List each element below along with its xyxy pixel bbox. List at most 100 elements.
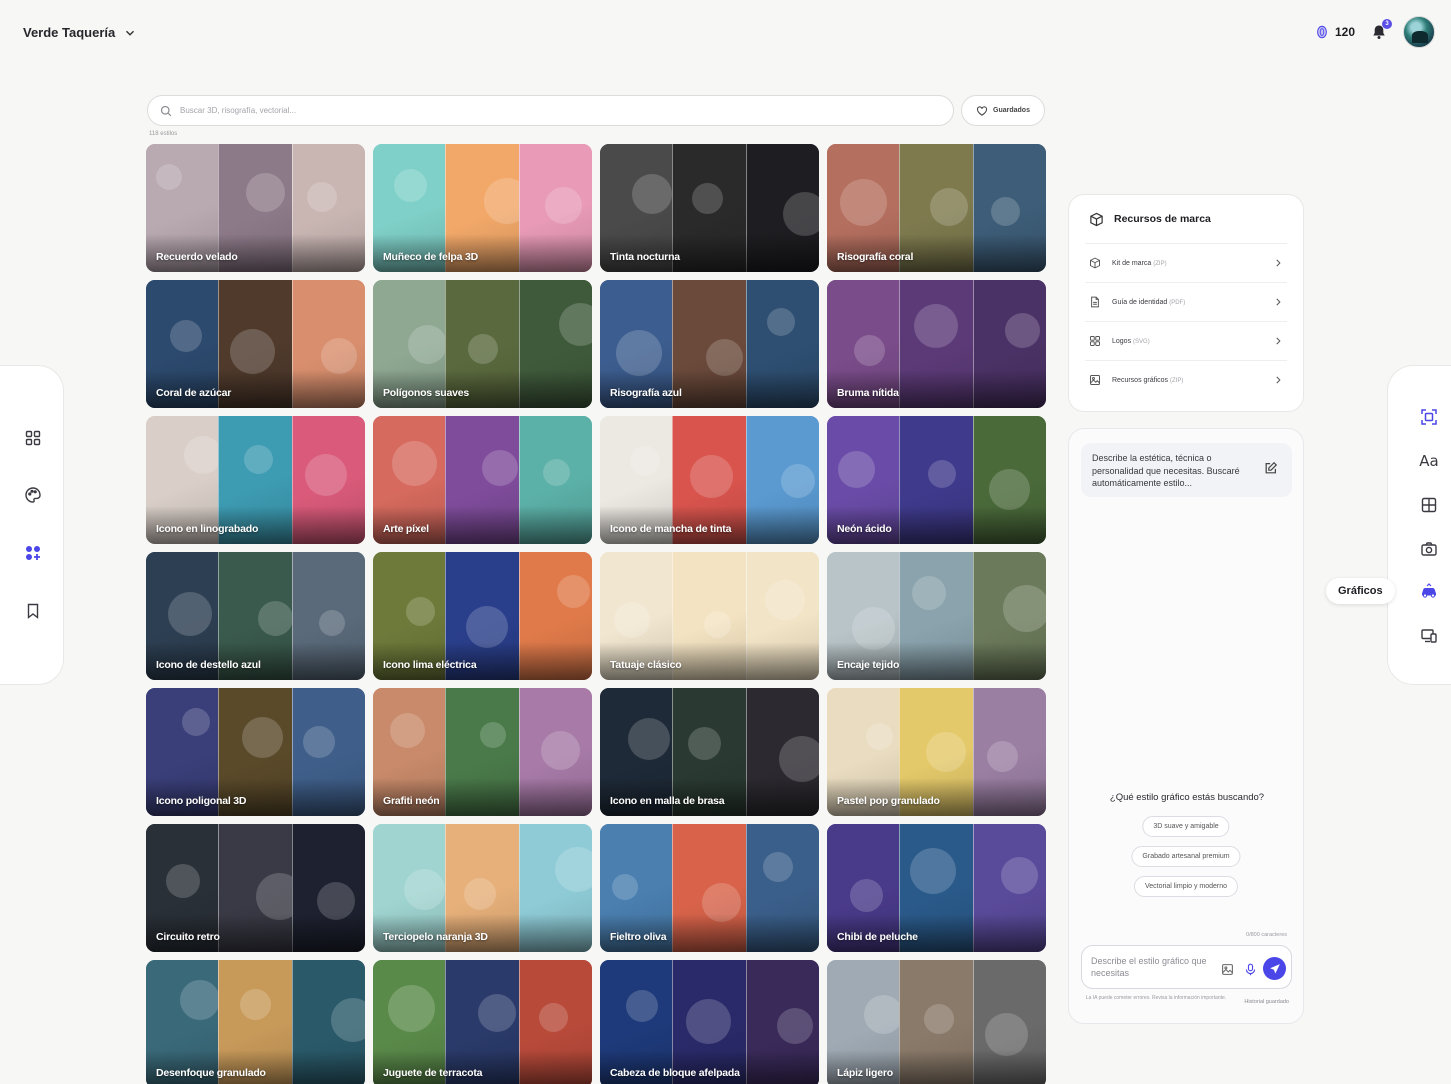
preview-shape (990, 197, 1020, 226)
send-button[interactable] (1263, 957, 1286, 980)
notifications-button[interactable]: 3 (1369, 19, 1392, 42)
devices-tool-button[interactable] (1418, 625, 1440, 647)
style-card[interactable]: Encaje tejido (827, 552, 1046, 680)
grid-icon (1090, 336, 1100, 346)
text-tool-label: Aa (1419, 452, 1439, 470)
search-input[interactable] (180, 106, 880, 115)
bookmarks-button[interactable] (23, 601, 43, 621)
frame-tool-button[interactable] (1418, 406, 1440, 428)
palette-button[interactable] (23, 485, 43, 505)
style-card-title: Pastel pop granulado (837, 795, 940, 807)
preview-shape (182, 708, 210, 736)
style-card[interactable]: Tinta nocturna (600, 144, 819, 272)
dashboard-button[interactable] (23, 428, 43, 448)
style-card[interactable]: Chibi de peluche (827, 824, 1046, 952)
style-card[interactable]: Icono en malla de brasa (600, 688, 819, 816)
style-card[interactable]: Tatuaje clásico (600, 552, 819, 680)
styles-button[interactable] (23, 543, 43, 563)
preview-shape (556, 575, 590, 608)
style-card[interactable]: Cabeza de bloque afelpada (600, 960, 819, 1084)
style-card[interactable]: Juguete de terracota (373, 960, 592, 1084)
style-card[interactable]: Risografía azul (600, 280, 819, 408)
style-card[interactable]: Risografía coral (827, 144, 1046, 272)
preview-shape (912, 576, 947, 610)
right-toolbar: Aa (1387, 365, 1451, 685)
text-tool-button[interactable]: Aa (1418, 450, 1440, 472)
style-card[interactable]: Terciopelo naranja 3D (373, 824, 592, 952)
preview-shape (156, 164, 182, 190)
style-card[interactable]: Polígonos suaves (373, 280, 592, 408)
style-card[interactable]: Arte píxel (373, 416, 592, 544)
style-card[interactable]: Fieltro oliva (600, 824, 819, 952)
preview-shape (986, 741, 1018, 772)
results-count: 118 estilos (149, 131, 178, 137)
style-card[interactable]: Icono de destello azul (146, 552, 365, 680)
preview-shape (704, 611, 732, 638)
assistant-question: ¿Qué estilo gráfico estás buscando? (1109, 792, 1265, 803)
preview-shape (408, 325, 447, 364)
style-card[interactable]: Icono en linograbado (146, 416, 365, 544)
style-card[interactable]: Muñeco de felpa 3D (373, 144, 592, 272)
graphics-tool-button[interactable] (1418, 580, 1440, 602)
edit-icon[interactable] (1264, 461, 1278, 475)
preview-shape (392, 441, 437, 486)
style-card[interactable]: Recuerdo velado (146, 144, 365, 272)
preview-shape (690, 455, 734, 498)
preview-shape (482, 450, 519, 486)
search-bar[interactable] (147, 95, 954, 126)
preview-shape (614, 602, 650, 638)
resource-format: (SVG) (1133, 338, 1150, 345)
preview-shape (330, 998, 365, 1042)
suggestion-chip[interactable]: Grabado artesanal premium (1131, 846, 1241, 867)
resource-row-identity-guide[interactable]: Guía de identidad (PDF) (1085, 282, 1287, 321)
graphics-tooltip: Gráficos (1326, 578, 1395, 604)
style-card[interactable]: Icono poligonal 3D (146, 688, 365, 816)
photo-tool-button[interactable] (1418, 538, 1440, 560)
style-card[interactable]: Circuito retro (146, 824, 365, 952)
attach-image-icon[interactable] (1221, 963, 1234, 976)
camera-icon (1421, 542, 1437, 556)
style-card[interactable]: Bruma nítida (827, 280, 1046, 408)
style-card-title: Icono lima eléctrica (383, 659, 477, 671)
style-card[interactable]: Icono de mancha de tinta (600, 416, 819, 544)
style-card[interactable]: Coral de azúcar (146, 280, 365, 408)
chevron-down-icon (126, 30, 135, 36)
resource-row-graphic-assets[interactable]: Recursos gráficos (ZIP) (1085, 360, 1287, 399)
header-actions: 120 3 (1315, 16, 1435, 48)
resource-row-logos[interactable]: Logos (SVG) (1085, 321, 1287, 360)
resource-row-brand-kit[interactable]: Kit de marca (ZIP) (1085, 243, 1287, 282)
preview-shape (544, 187, 582, 224)
saved-button[interactable]: Guardados (961, 95, 1045, 126)
layout-tool-button[interactable] (1418, 494, 1440, 516)
scan-frame-icon (1421, 409, 1437, 425)
style-card-title: Lápiz ligero (837, 1067, 893, 1079)
chat-input[interactable] (1091, 955, 1211, 983)
preview-shape (864, 995, 903, 1034)
style-card[interactable]: Grafiti neón (373, 688, 592, 816)
style-card[interactable]: Lápiz ligero (827, 960, 1046, 1084)
style-card-title: Encaje tejido (837, 659, 900, 671)
style-card[interactable]: Pastel pop granulado (827, 688, 1046, 816)
preview-shape (1004, 313, 1040, 348)
preview-shape (242, 717, 284, 758)
suggestion-chip[interactable]: 3D suave y amigable (1142, 816, 1230, 837)
credits-indicator[interactable]: 120 (1315, 25, 1355, 39)
style-grid: Recuerdo velado Muñeco de felpa 3D Tinta n… (146, 144, 1046, 1084)
style-card[interactable]: Neón ácido (827, 416, 1046, 544)
image-icon (1090, 375, 1100, 385)
avatar[interactable] (1403, 16, 1435, 48)
microphone-icon[interactable] (1244, 963, 1257, 976)
workspace-switcher[interactable]: Verde Taquería (23, 25, 137, 40)
history-link[interactable]: Historial guardado (1244, 999, 1289, 1005)
style-card-title: Fieltro oliva (610, 931, 667, 943)
heart-icon (976, 105, 988, 116)
style-card[interactable]: Icono lima eléctrica (373, 552, 592, 680)
style-card[interactable]: Desenfoque granulado (146, 960, 365, 1084)
preview-shape (306, 182, 337, 212)
brand-resources-title: Recursos de marca (1114, 213, 1211, 225)
preview-shape (388, 985, 435, 1032)
style-card-title: Icono poligonal 3D (156, 795, 247, 807)
preview-shape (1002, 585, 1046, 632)
suggestion-chip[interactable]: Vectorial limpio y moderno (1133, 876, 1239, 897)
resource-format: (ZIP) (1153, 260, 1167, 267)
